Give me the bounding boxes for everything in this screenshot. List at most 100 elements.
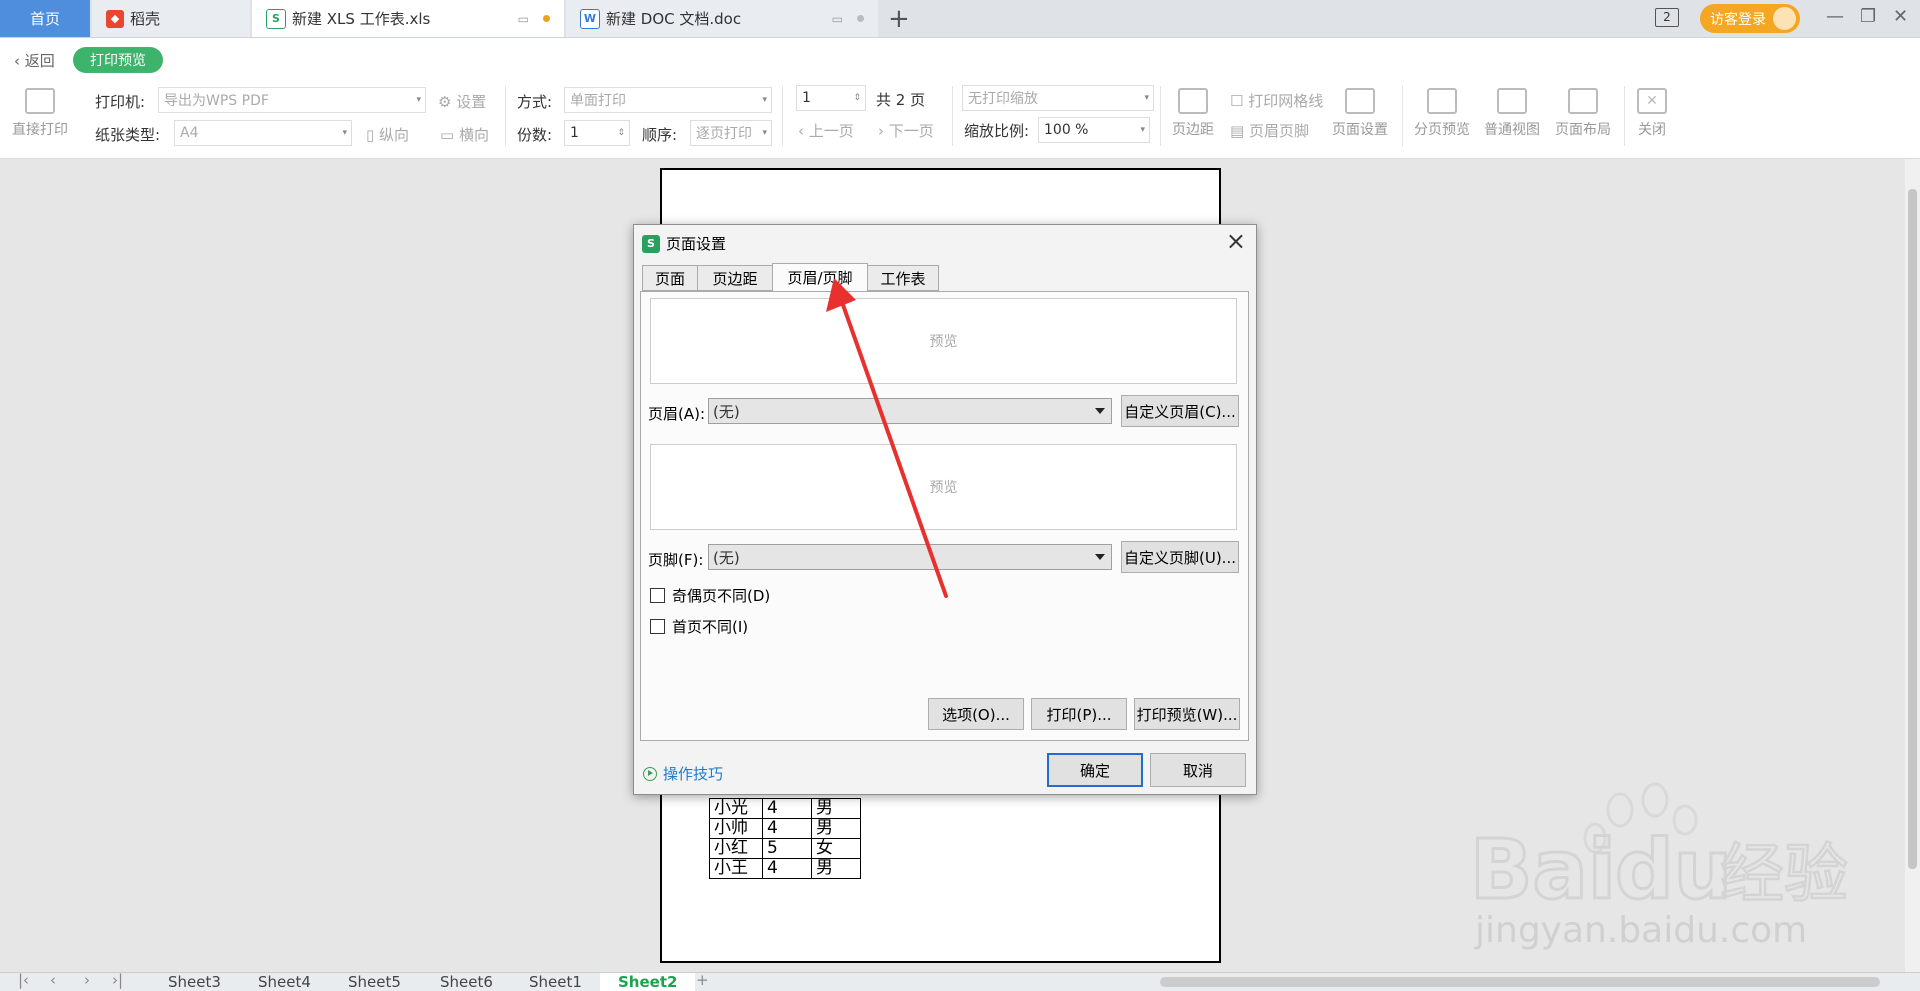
page-setup-label: 页面设置: [1332, 122, 1388, 138]
tab-xls-file[interactable]: S 新建 XLS 工作表.xls ▭: [252, 0, 564, 37]
tab-docer[interactable]: ◆ 稻壳: [92, 0, 250, 37]
sheet-tab-sheet5[interactable]: Sheet5: [348, 973, 401, 991]
tab-sheet[interactable]: 工作表: [867, 265, 939, 291]
close-preview-button[interactable]: ✕ 关闭: [1637, 88, 1667, 139]
custom-header-button[interactable]: 自定义页眉(C)...: [1121, 395, 1239, 427]
print-order-select[interactable]: 逐页打印 ▾: [690, 120, 772, 146]
next-page-label: 下一页: [888, 122, 934, 140]
header-label: 页眉(A):: [648, 405, 706, 423]
margins-button[interactable]: 页边距: [1172, 88, 1214, 139]
options-label: 选项(O)...: [942, 705, 1010, 724]
vertical-scrollbar[interactable]: [1905, 159, 1920, 972]
printer-settings-button[interactable]: ⚙ 设置: [438, 91, 486, 112]
footer-select[interactable]: (无): [708, 544, 1112, 570]
print-mode-select[interactable]: 单面打印 ▾: [564, 87, 772, 113]
back-label: 返回: [24, 52, 55, 70]
toolbar-divider: [782, 86, 783, 146]
paper-type-select[interactable]: A4 ▾: [174, 120, 352, 146]
visitor-login-button[interactable]: 访客登录: [1700, 4, 1800, 33]
print-preview-button[interactable]: 打印预览(W)...: [1134, 698, 1240, 730]
stepper-arrows-icon: ⇕: [853, 93, 861, 103]
page-layout-icon: [1568, 88, 1598, 114]
monitor-icon[interactable]: ▭: [832, 12, 843, 26]
tab-page[interactable]: 页面: [642, 265, 698, 291]
prev-sheet-icon[interactable]: ‹: [50, 971, 56, 989]
first-page-checkbox[interactable]: [650, 619, 665, 634]
tab-header-footer[interactable]: 页眉/页脚: [772, 263, 868, 292]
spreadsheet-icon: S: [642, 234, 660, 253]
header-preview-text: 预览: [929, 334, 958, 350]
monitor-icon[interactable]: ▭: [518, 12, 529, 26]
sheet-tab-sheet4[interactable]: Sheet4: [258, 973, 311, 991]
prev-page-button[interactable]: ‹ 上一页: [798, 120, 854, 141]
direct-print-label: 直接打印: [12, 122, 68, 138]
last-sheet-icon[interactable]: ›|: [112, 971, 123, 989]
restore-icon[interactable]: ❐: [1860, 6, 1876, 27]
dialog-close-icon[interactable]: ×: [1226, 227, 1246, 255]
custom-footer-button[interactable]: 自定义页脚(U)...: [1121, 541, 1239, 573]
scale-percent-select[interactable]: 100 % ▾: [1038, 117, 1150, 143]
next-sheet-icon[interactable]: ›: [84, 971, 90, 989]
play-icon: [643, 766, 657, 781]
sheet-tab-sheet6[interactable]: Sheet6: [440, 973, 493, 991]
tab-xls-label: 新建 XLS 工作表.xls: [292, 10, 431, 28]
print-gridlines-label: 打印网格线: [1248, 92, 1324, 110]
toolbar-divider: [952, 86, 953, 146]
close-icon: ✕: [1637, 88, 1667, 114]
table-cell: 女: [811, 838, 861, 859]
page-layout-button[interactable]: 页面布局: [1555, 88, 1611, 139]
tab-home[interactable]: 首页: [0, 0, 90, 37]
scale-mode-select[interactable]: 无打印缩放 ▾: [962, 85, 1154, 111]
table-row: 小王 4 男: [709, 858, 861, 879]
copies-stepper[interactable]: 1 ⇕: [564, 120, 630, 146]
tab-docer-label: 稻壳: [130, 10, 161, 28]
window-count-badge[interactable]: 2: [1655, 8, 1679, 27]
printer-label: 打印机:: [95, 93, 146, 111]
normal-view-button[interactable]: 普通视图: [1484, 88, 1540, 139]
dropdown-arrow-icon: ▾: [1140, 125, 1145, 135]
portrait-button[interactable]: ▯ 纵向: [366, 124, 409, 145]
dialog-title: 页面设置: [666, 235, 727, 253]
table-cell: 4: [762, 818, 812, 839]
print-button[interactable]: 打印(P)...: [1031, 698, 1127, 730]
close-window-icon[interactable]: ✕: [1893, 6, 1908, 27]
first-sheet-icon[interactable]: |‹: [18, 971, 29, 989]
header-footer-button[interactable]: ▤ 页眉页脚: [1230, 120, 1309, 141]
add-sheet-icon[interactable]: +: [696, 971, 709, 989]
custom-header-label: 自定义页眉(C)...: [1124, 402, 1236, 421]
tips-label: 操作技巧: [663, 765, 724, 783]
page-break-label: 分页预览: [1414, 122, 1470, 138]
sheet-tab-sheet3[interactable]: Sheet3: [168, 973, 221, 991]
header-select[interactable]: (无): [708, 398, 1112, 424]
sheet-tab-sheet1[interactable]: Sheet1: [529, 973, 582, 991]
cancel-button[interactable]: 取消: [1150, 753, 1246, 787]
next-page-button[interactable]: › 下一页: [878, 120, 934, 141]
sheet-tab-bar: |‹ ‹ › ›| Sheet3 Sheet4 Sheet5 Sheet6 Sheet1…: [0, 971, 1920, 991]
page-break-preview-button[interactable]: 分页预览: [1414, 88, 1470, 139]
sheet-tab-sheet2[interactable]: Sheet2: [600, 973, 696, 991]
tips-link[interactable]: 操作技巧: [643, 763, 723, 784]
printer-select[interactable]: 导出为WPS PDF ▾: [158, 87, 426, 113]
odd-even-checkbox[interactable]: [650, 588, 665, 603]
page-setup-button[interactable]: 页面设置: [1332, 88, 1388, 139]
ok-button[interactable]: 确定: [1047, 753, 1143, 787]
tab-doc-file[interactable]: W 新建 DOC 文档.doc ▭: [566, 0, 878, 37]
scrollbar-thumb[interactable]: [1908, 189, 1917, 869]
grid-icon: [1497, 88, 1527, 114]
back-button[interactable]: ‹ 返回: [14, 50, 55, 71]
footer-label: 页脚(F):: [648, 551, 704, 569]
minimize-icon[interactable]: —: [1826, 6, 1844, 27]
page-number-input[interactable]: 1 ⇕: [796, 85, 866, 111]
landscape-button[interactable]: ▭ 横向: [440, 124, 489, 145]
print-gridlines-toggle[interactable]: ☐ 打印网格线: [1230, 90, 1323, 111]
direct-print-button[interactable]: 直接打印: [12, 88, 68, 139]
horizontal-scrollbar[interactable]: [1160, 977, 1880, 987]
new-tab-button[interactable]: +: [888, 4, 910, 34]
table-cell: 男: [811, 818, 861, 839]
settings-label: 设置: [456, 93, 487, 111]
tab-home-label: 首页: [29, 10, 60, 28]
tab-margins[interactable]: 页边距: [697, 265, 773, 291]
cancel-label: 取消: [1182, 761, 1213, 780]
options-button[interactable]: 选项(O)...: [928, 698, 1024, 730]
chevron-left-icon: ‹: [14, 52, 25, 70]
